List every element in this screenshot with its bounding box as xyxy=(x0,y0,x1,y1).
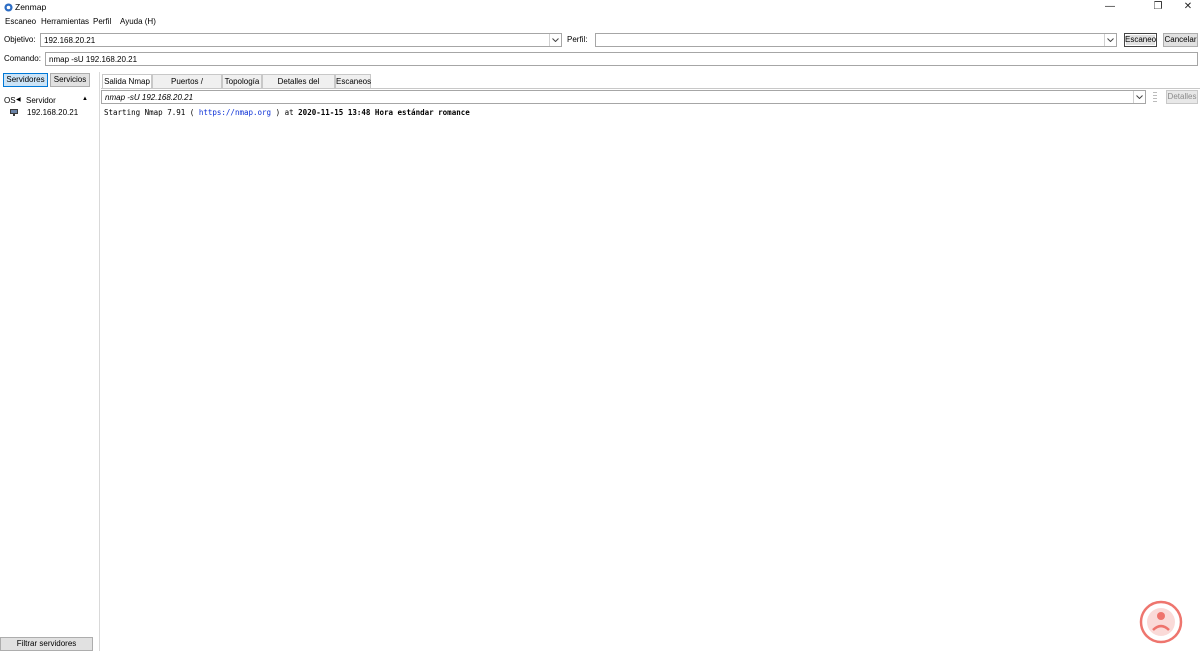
command-row: Comando: nmap -sU 192.168.20.21 xyxy=(0,51,1200,67)
chevron-down-icon[interactable] xyxy=(1104,34,1116,46)
close-button[interactable]: ✕ xyxy=(1170,0,1200,15)
sort-asc-icon: ▲ xyxy=(82,96,88,102)
minimize-button[interactable]: — xyxy=(1092,0,1128,15)
filter-hosts-button[interactable]: Filtrar servidores xyxy=(0,637,93,651)
grip-icon xyxy=(1153,92,1157,102)
chevron-down-icon[interactable] xyxy=(549,34,561,46)
menu-bar: Escaneo Herramientas Perfil Ayuda (H) xyxy=(0,15,1200,29)
chevron-down-icon[interactable] xyxy=(1133,91,1145,103)
tab-puertos-servidores[interactable]: Puertos / Servidores xyxy=(152,74,222,100)
menu-ayuda[interactable]: Ayuda (H) xyxy=(120,17,156,26)
command-value: nmap -sU 192.168.20.21 xyxy=(49,55,138,64)
profile-combo[interactable] xyxy=(595,33,1117,47)
host-address: 192.168.20.21 xyxy=(27,108,79,117)
command-label: Comando: xyxy=(4,54,41,63)
menu-herramientas[interactable]: Herramientas xyxy=(41,17,89,26)
target-combo[interactable]: 192.168.20.21 xyxy=(40,33,562,47)
hosts-sidebar: Servidores Servicios OS ◀ Servidor ▲ 192… xyxy=(0,72,100,651)
output-command-combo[interactable]: nmap -sU 192.168.20.21 xyxy=(101,90,1146,104)
scan-button[interactable]: Escaneo xyxy=(1124,33,1157,47)
output-command-value: nmap -sU 192.168.20.21 xyxy=(105,93,194,102)
menu-perfil[interactable]: Perfil xyxy=(93,17,111,26)
title-bar: Zenmap — ❐ ✕ xyxy=(0,0,1200,15)
results-panel: Salida Nmap Puertos / Servidores Topolog… xyxy=(101,72,1200,651)
tab-servicios[interactable]: Servicios xyxy=(50,73,90,87)
nmap-link[interactable]: https://nmap.org xyxy=(199,108,271,117)
cancel-button[interactable]: Cancelar xyxy=(1163,33,1198,47)
host-column-header[interactable]: Servidor xyxy=(26,96,56,105)
tab-servidores[interactable]: Servidores xyxy=(3,73,48,87)
tab-topologia[interactable]: Topología xyxy=(222,74,262,89)
watermark-logo xyxy=(1139,600,1183,644)
caret-left-icon: ◀ xyxy=(16,97,21,103)
os-column-header[interactable]: OS xyxy=(4,96,16,105)
output-timestamp: 2020-11-15 13:48 Hora estándar romance xyxy=(298,108,470,117)
tab-escaneos[interactable]: Escaneos xyxy=(335,74,371,89)
target-label: Objetivo: xyxy=(4,35,36,44)
nmap-output-panel: nmap -sU 192.168.20.21 Detalles Starting… xyxy=(101,88,1200,651)
host-list-header: OS ◀ Servidor ▲ xyxy=(2,95,90,106)
target-row: Objetivo: 192.168.20.21 Perfil: Escaneo … xyxy=(0,32,1200,48)
profile-label: Perfil: xyxy=(567,35,588,44)
window-title: Zenmap xyxy=(15,2,47,12)
zenmap-app-icon xyxy=(4,3,13,12)
details-button[interactable]: Detalles xyxy=(1166,90,1198,104)
os-unknown-icon xyxy=(10,109,18,116)
tab-detalles-servidor[interactable]: Detalles del servidor xyxy=(262,74,335,100)
output-middle: ) at xyxy=(271,108,299,117)
target-value: 192.168.20.21 xyxy=(44,36,96,45)
tab-salida-nmap[interactable]: Salida Nmap xyxy=(102,74,152,89)
command-input[interactable]: nmap -sU 192.168.20.21 xyxy=(45,52,1198,66)
output-prefix: Starting Nmap 7.91 ( xyxy=(104,108,199,117)
nmap-output-text: Starting Nmap 7.91 ( https://nmap.org ) … xyxy=(104,108,470,117)
menu-escaneo[interactable]: Escaneo xyxy=(5,17,36,26)
